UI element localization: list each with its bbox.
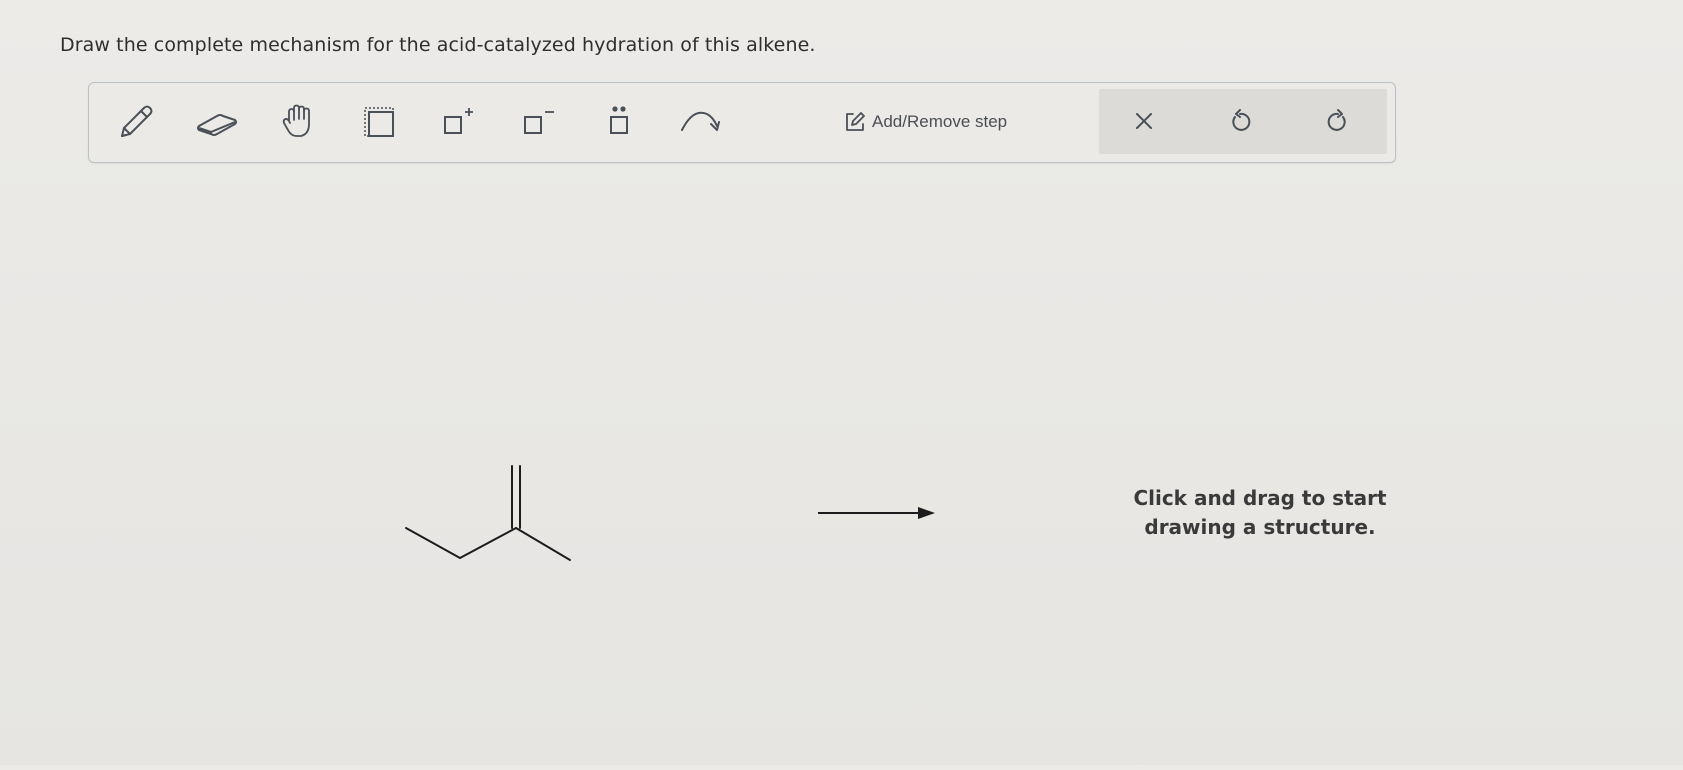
curved-arrow-tool[interactable] bbox=[675, 100, 727, 144]
curved-arrow-icon bbox=[681, 111, 720, 131]
select-tool[interactable] bbox=[353, 100, 405, 144]
bond-c-ch3 bbox=[515, 527, 571, 561]
reaction-arrow bbox=[818, 507, 935, 519]
drawing-canvas[interactable] bbox=[0, 170, 1683, 765]
action-button-group bbox=[1099, 89, 1387, 154]
eraser-tool[interactable] bbox=[191, 100, 243, 144]
pencil-tool[interactable] bbox=[109, 100, 161, 144]
negative-charge-tool[interactable] bbox=[511, 100, 563, 144]
alkene-skeletal-structure[interactable] bbox=[405, 465, 571, 561]
canvas-hint: Click and drag to start drawing a struct… bbox=[1110, 484, 1410, 542]
drawing-toolbar: Add/Remove step bbox=[88, 82, 1396, 163]
add-remove-step-button[interactable]: Add/Remove step bbox=[844, 107, 1007, 137]
negative-charge-icon bbox=[524, 111, 554, 134]
clear-button[interactable] bbox=[1121, 99, 1167, 143]
redo-button[interactable] bbox=[1315, 99, 1361, 143]
lone-pair-icon bbox=[610, 106, 628, 134]
edit-icon bbox=[846, 112, 865, 131]
question-prompt: Draw the complete mechanism for the acid… bbox=[60, 34, 816, 56]
canvas-drawing-layer bbox=[405, 465, 935, 561]
positive-charge-tool[interactable] bbox=[431, 100, 483, 144]
close-icon bbox=[1136, 113, 1152, 129]
add-remove-step-label: Add/Remove step bbox=[872, 112, 1008, 131]
bond-ethyl-ch3-ch2 bbox=[405, 527, 461, 559]
undo-icon bbox=[1232, 109, 1251, 131]
hand-tool[interactable] bbox=[273, 100, 325, 144]
hint-line-1: Click and drag to start bbox=[1133, 486, 1387, 510]
undo-button[interactable] bbox=[1217, 99, 1263, 143]
positive-charge-icon bbox=[444, 108, 473, 134]
lone-pair-tool[interactable] bbox=[593, 100, 645, 144]
arrow-head-icon bbox=[918, 507, 935, 519]
eraser-icon bbox=[197, 114, 237, 136]
hand-icon bbox=[282, 104, 310, 137]
redo-icon bbox=[1327, 109, 1346, 131]
pencil-icon bbox=[121, 105, 153, 137]
bond-ch2-c bbox=[459, 527, 517, 559]
hint-line-2: drawing a structure. bbox=[1144, 515, 1376, 539]
lasso-select-icon bbox=[364, 107, 394, 137]
